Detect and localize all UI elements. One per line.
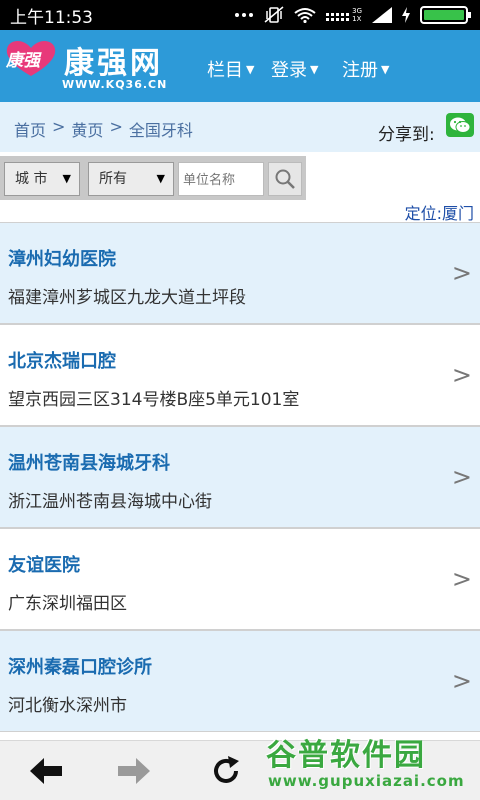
search-row: 城 市 ▼ 所有 ▼ [0,152,480,200]
dropdown-triangle-icon: ▼ [156,172,165,185]
location-indicator[interactable]: 定位:厦门 [405,200,474,224]
item-address: 浙江温州苍南县海城中心街 [8,492,212,512]
list-item[interactable]: 北京杰瑞口腔 望京西园三区314号楼B座5单元101室 > [0,324,480,426]
reload-button[interactable] [206,753,246,789]
nav-register-label: 注册 [342,60,378,81]
vibrate-icon [264,6,284,23]
nav-register[interactable]: 注册 ▼ [342,56,389,82]
forward-icon [118,758,150,784]
logo-badge-text: 康强 [6,51,40,71]
wifi-icon [294,8,316,23]
nav-login[interactable]: 登录 ▼ [271,56,318,82]
city-select[interactable]: 城 市 ▼ [4,162,80,196]
list-item[interactable]: 友谊医院 广东深圳福田区 > [0,528,480,630]
watermark-main: 谷普软件园 [266,738,426,773]
site-header: 康强 康强网 WWW.KQ36.CN 栏目 ▼ 登录 ▼ 注册 ▼ [0,30,480,102]
breadcrumb-current[interactable]: 全国牙科 [129,117,193,141]
signal-icon [372,7,392,23]
item-address: 广东深圳福田区 [8,594,127,614]
status-icons: 3G 1X [234,6,472,24]
search-box: 城 市 ▼ 所有 ▼ [0,156,306,200]
chevron-right-icon: > [451,259,472,287]
chevron-right-icon: > [451,463,472,491]
caret-down-icon: ▼ [246,62,255,76]
nav-login-label: 登录 [271,60,307,81]
breadcrumb-row: 首页 > 黄页 > 全国牙科 分享到: [0,102,480,152]
city-select-value: 城 市 [15,171,48,187]
network-sub: 1X [352,15,362,23]
watermark: 谷普软件园 www.gupuxiazai.com [262,724,480,800]
back-icon [30,758,62,784]
search-icon [275,169,295,189]
logo-main-text: 康强网 [64,46,163,81]
item-title: 漳州妇幼医院 [8,249,116,270]
status-time: 上午11:53 [10,7,93,28]
caret-down-icon: ▼ [310,62,319,76]
breadcrumb-yellow-pages[interactable]: 黄页 [71,117,103,141]
chevron-right-icon: > [451,565,472,593]
breadcrumb-home[interactable]: 首页 [14,117,46,141]
back-button[interactable] [26,753,66,789]
item-title: 北京杰瑞口腔 [8,351,116,372]
dropdown-triangle-icon: ▼ [62,172,71,185]
mobile-network: 3G 1X [326,7,362,23]
item-address: 望京西园三区314号楼B座5单元101室 [8,390,300,410]
logo-url-text: WWW.KQ36.CN [62,78,168,91]
reload-icon [214,756,239,783]
list-item[interactable]: 温州苍南县海城牙科 浙江温州苍南县海城中心街 > [0,426,480,528]
list-item[interactable]: 漳州妇幼医院 福建漳州芗城区九龙大道土坪段 > [0,222,480,324]
breadcrumb-separator: > [52,117,66,136]
forward-button[interactable] [114,753,154,789]
signal-dots-icon [326,13,350,21]
item-title: 深州秦磊口腔诊所 [8,657,152,678]
type-select-value: 所有 [99,171,127,187]
search-button[interactable] [268,162,302,196]
unit-name-input[interactable] [178,162,264,196]
network-type: 3G [352,7,362,15]
wechat-icon[interactable] [446,113,474,137]
breadcrumb: 首页 > 黄页 > 全国牙科 [14,117,193,141]
type-select[interactable]: 所有 ▼ [88,162,174,196]
breadcrumb-separator: > [109,117,123,136]
item-address: 河北衡水深州市 [8,696,127,716]
battery-icon [420,6,471,24]
location-city: 厦门 [441,204,474,223]
chevron-right-icon: > [451,361,472,389]
nav-columns[interactable]: 栏目 ▼ [207,56,254,82]
dots-icon [235,13,254,17]
list-item[interactable]: 深州秦磊口腔诊所 河北衡水深州市 > [0,630,480,732]
nav-columns-label: 栏目 [207,60,243,81]
watermark-url: www.gupuxiazai.com [268,772,465,790]
clinic-list: 漳州妇幼医院 福建漳州芗城区九龙大道土坪段 > 北京杰瑞口腔 望京西园三区314… [0,222,480,732]
caret-down-icon: ▼ [381,62,390,76]
item-title: 友谊医院 [8,555,80,576]
chevron-right-icon: > [451,667,472,695]
site-logo[interactable]: 康强 康强网 WWW.KQ36.CN [0,34,190,98]
charging-icon [402,7,410,23]
share-label: 分享到: [378,125,435,145]
item-title: 温州苍南县海城牙科 [8,453,170,474]
item-address: 福建漳州芗城区九龙大道土坪段 [8,288,246,308]
location-label: 定位: [404,204,442,223]
status-bar: 上午11:53 3G 1X [0,0,480,30]
